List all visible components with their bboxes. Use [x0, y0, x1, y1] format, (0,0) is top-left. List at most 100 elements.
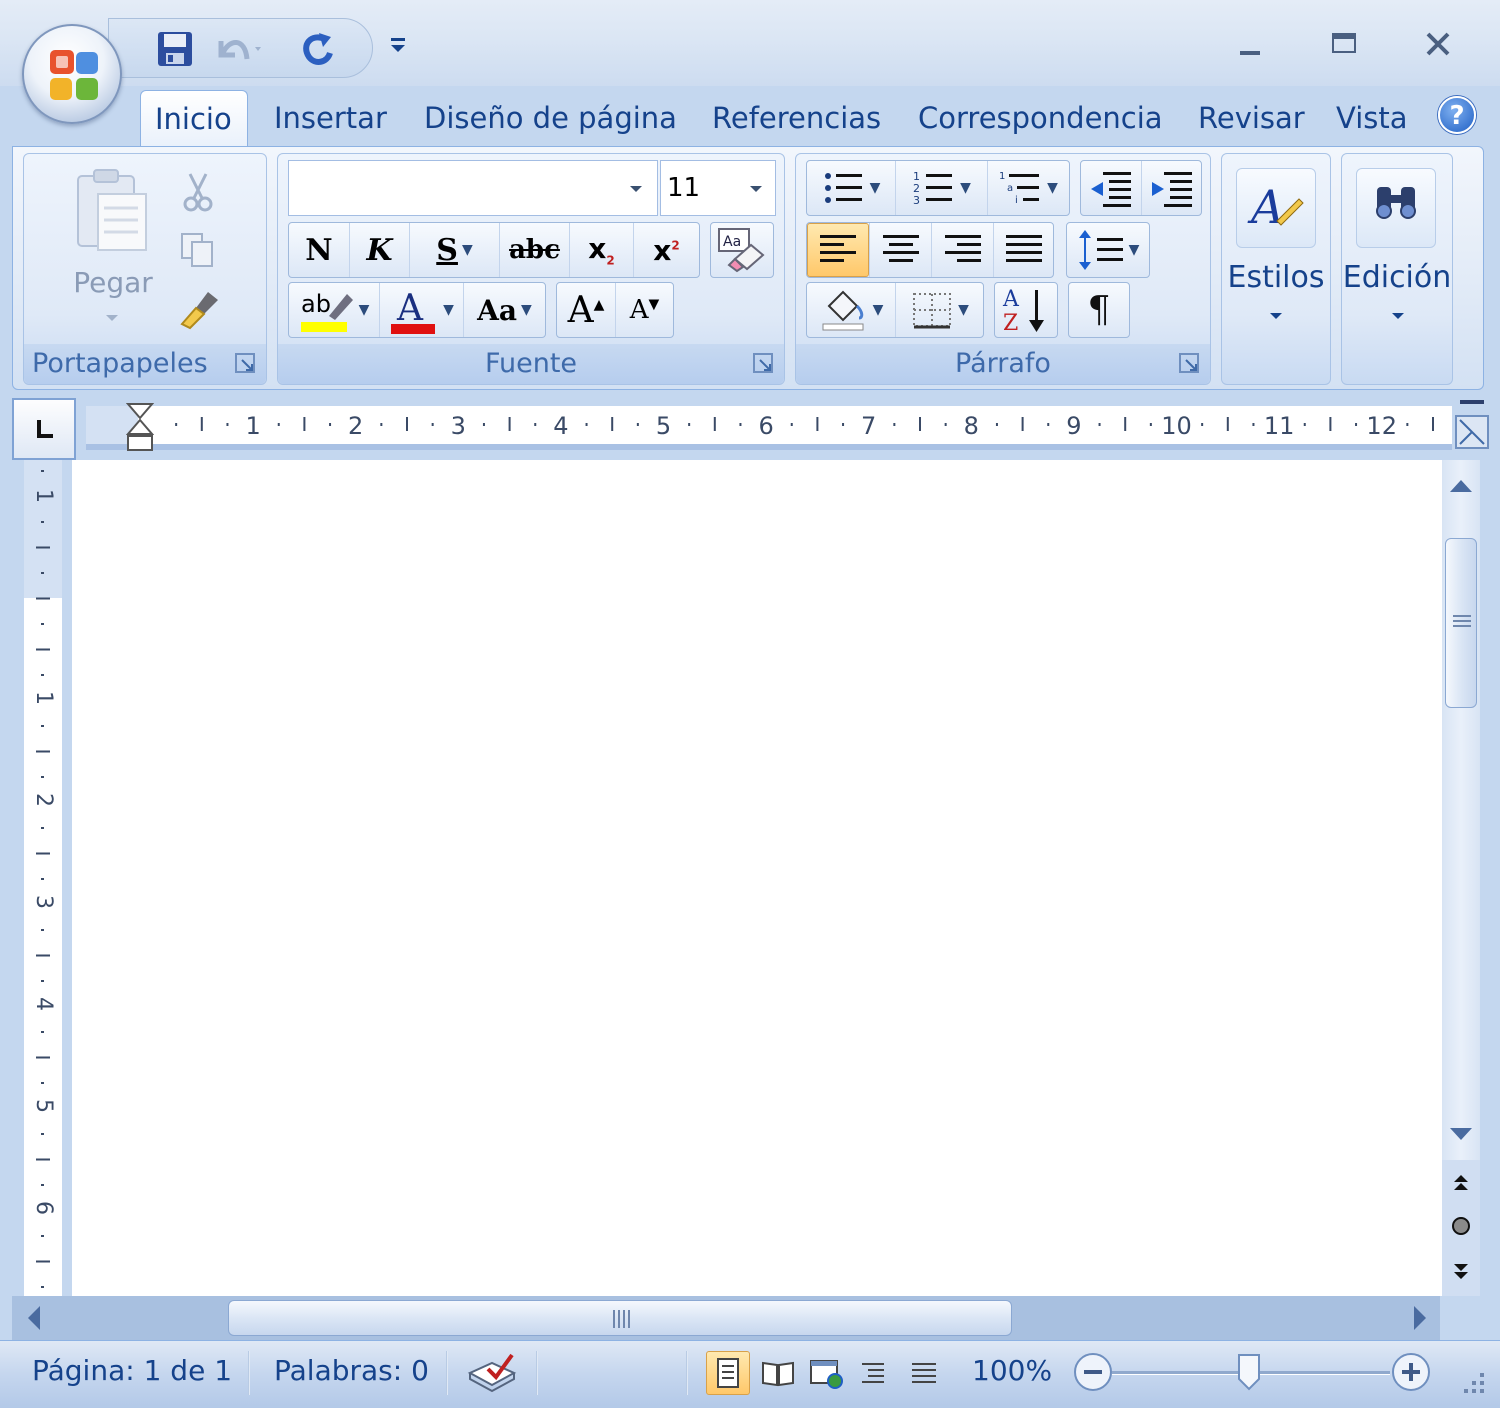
tab-insertar[interactable]: Insertar — [260, 90, 401, 146]
change-case-button[interactable]: Aa ▼ — [463, 283, 545, 337]
show-formatting-marks-button[interactable]: ¶ — [1068, 282, 1130, 338]
paste-button[interactable]: Pegar — [64, 162, 162, 332]
change-case-icon: Aa — [477, 293, 518, 327]
help-button[interactable]: ? — [1438, 96, 1476, 134]
italic-button[interactable]: K — [349, 223, 409, 277]
draft-view-button[interactable] — [902, 1351, 946, 1395]
print-layout-view-button[interactable] — [706, 1351, 750, 1395]
chevron-down-icon: ▼ — [1128, 242, 1140, 258]
save-button[interactable] — [153, 27, 197, 71]
scroll-right-icon[interactable] — [1400, 1296, 1440, 1340]
minimize-button[interactable] — [1220, 22, 1280, 66]
scroll-up-icon[interactable] — [1442, 464, 1480, 504]
maximize-icon — [1332, 33, 1356, 53]
web-layout-view-button[interactable] — [804, 1351, 848, 1395]
font-name-combobox[interactable] — [288, 160, 658, 216]
zoom-slider-thumb[interactable] — [1236, 1353, 1262, 1393]
tab-inicio[interactable]: Inicio — [140, 90, 248, 146]
customize-qat-button[interactable] — [386, 30, 410, 60]
font-color-button[interactable]: A ▼ — [379, 283, 463, 337]
grip-icon — [1453, 615, 1471, 627]
underline-button[interactable]: S ▼ — [409, 223, 499, 277]
vertical-ruler-scale: 1 1 2 3 4 5 6 — [24, 460, 62, 1296]
group-editing[interactable]: Edición — [1341, 153, 1453, 385]
proofing-status-button[interactable] — [464, 1349, 520, 1395]
format-painter-button[interactable] — [178, 288, 222, 332]
tab-stop-selector[interactable] — [12, 398, 76, 460]
align-left-button[interactable] — [807, 223, 869, 277]
scroll-left-icon[interactable] — [14, 1296, 54, 1340]
tab-vista[interactable]: Vista — [1322, 90, 1422, 146]
document-page[interactable] — [72, 460, 1442, 1296]
tab-referencias[interactable]: Referencias — [698, 90, 895, 146]
superscript-button[interactable]: x2 — [633, 223, 699, 277]
dialog-launcher-font[interactable] — [752, 352, 776, 376]
close-button[interactable] — [1408, 22, 1468, 66]
indent-marker[interactable] — [126, 402, 154, 458]
font-size-combobox[interactable]: 11 — [660, 160, 776, 216]
grow-font-icon: A▲ — [567, 289, 605, 331]
group-styles[interactable]: A Estilos — [1221, 153, 1331, 385]
tab-diseno-de-pagina[interactable]: Diseño de página — [410, 90, 691, 146]
resize-grip[interactable] — [1458, 1367, 1488, 1397]
ruler-tick — [41, 1184, 44, 1186]
cut-button[interactable] — [178, 170, 222, 214]
grow-font-button[interactable]: A▲ — [557, 283, 615, 337]
decrease-indent-button[interactable] — [1081, 161, 1141, 215]
browse-object-icon[interactable] — [1442, 1208, 1480, 1244]
next-page-icon[interactable] — [1442, 1252, 1480, 1288]
multilevel-list-button[interactable]: 1 a i ▼ — [987, 161, 1069, 215]
borders-button[interactable]: ▼ — [895, 283, 983, 337]
tab-revisar[interactable]: Revisar — [1184, 90, 1319, 146]
horizontal-ruler[interactable]: 1 2 3 4 5 6 7 8 9 10 11 12 — [86, 403, 1452, 451]
dialog-launcher-clipboard[interactable] — [234, 352, 258, 376]
align-right-button[interactable] — [931, 223, 993, 277]
ruler-tick — [919, 417, 921, 431]
zoom-out-button[interactable] — [1072, 1351, 1114, 1393]
chevron-down-icon: ▼ — [443, 302, 454, 318]
dialog-launcher-paragraph[interactable] — [1178, 352, 1202, 376]
zoom-level[interactable]: 100% — [972, 1341, 1052, 1401]
svg-text:1: 1 — [999, 171, 1005, 182]
group-label-paragraph: Párrafo — [796, 344, 1210, 384]
highlight-button[interactable]: ab ▼ — [289, 283, 379, 337]
full-screen-reading-view-button[interactable] — [756, 1351, 800, 1395]
shrink-font-button[interactable]: A▼ — [615, 283, 673, 337]
horizontal-scrollbar[interactable] — [12, 1296, 1440, 1340]
sort-button[interactable]: A Z — [994, 282, 1058, 338]
justify-button[interactable] — [993, 223, 1053, 277]
bullets-button[interactable]: ▼ — [807, 161, 895, 215]
zoom-in-button[interactable] — [1390, 1351, 1432, 1393]
maximize-button[interactable] — [1314, 22, 1374, 66]
align-center-button[interactable] — [869, 223, 931, 277]
undo-button[interactable] — [209, 27, 269, 71]
left-tab-icon — [37, 420, 53, 438]
office-button[interactable] — [22, 24, 122, 124]
save-icon — [158, 32, 192, 66]
view-ruler-button[interactable] — [1452, 398, 1496, 460]
horizontal-scroll-thumb[interactable] — [228, 1300, 1012, 1336]
copy-button[interactable] — [178, 230, 222, 274]
vertical-ruler[interactable]: 1 1 2 3 4 5 6 — [24, 460, 62, 1296]
numbering-button[interactable]: 1 2 3 ▼ — [895, 161, 987, 215]
clear-format-button[interactable]: Aa — [710, 222, 774, 278]
strikethrough-button[interactable]: abc — [499, 223, 569, 277]
vertical-scroll-thumb[interactable] — [1445, 538, 1477, 708]
previous-page-icon[interactable] — [1442, 1166, 1480, 1202]
ruler-tick — [1329, 417, 1332, 431]
line-spacing-button[interactable]: ▼ — [1066, 222, 1150, 278]
highlighter-icon: ab — [300, 290, 353, 332]
scroll-down-icon[interactable] — [1442, 1116, 1480, 1156]
increase-indent-button[interactable] — [1141, 161, 1201, 215]
ruler-tick — [41, 725, 44, 727]
shading-button[interactable]: ▼ — [807, 283, 895, 337]
bold-button[interactable]: N — [289, 223, 349, 277]
chevron-down-icon — [1390, 306, 1406, 325]
tab-correspondencia[interactable]: Correspondencia — [904, 90, 1177, 146]
redo-button[interactable] — [295, 27, 339, 71]
vertical-scrollbar[interactable] — [1442, 460, 1480, 1296]
subscript-button[interactable]: x2 — [569, 223, 633, 277]
page-count-status[interactable]: Página: 1 de 1 — [32, 1341, 232, 1401]
outline-view-button[interactable] — [852, 1351, 896, 1395]
word-count-status[interactable]: Palabras: 0 — [274, 1341, 429, 1401]
